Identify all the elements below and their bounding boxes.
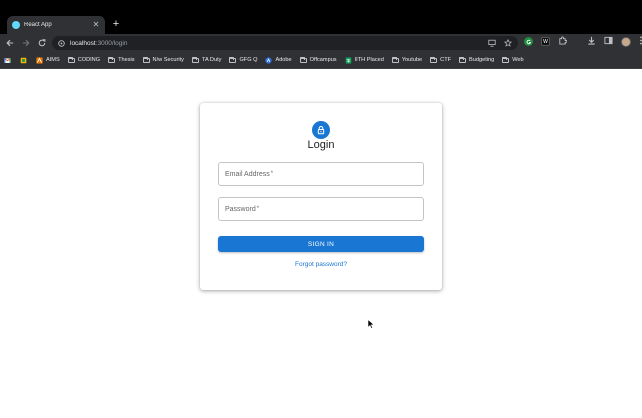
address-bar[interactable]: localhost:3000/login [52,36,518,50]
new-tab-button[interactable]: + [110,17,122,31]
adobe-icon [265,56,273,64]
bookmark-folder-ta-duty[interactable]: TA Duty [191,56,221,63]
bookmark-folder-gfg-q[interactable]: GFG Q [229,56,257,63]
url-text: localhost:3000/login [70,40,127,47]
email-label: Email Address* [225,170,274,178]
browser-tab[interactable]: React App ✕ [7,16,105,34]
site-info-icon[interactable] [58,39,65,47]
folder-icon [229,56,237,63]
mouse-cursor-icon [367,319,375,329]
sign-in-button[interactable]: SIGN IN [218,236,424,252]
folder-icon [67,56,75,63]
browser-toolbar: localhost:3000/login W [0,34,642,52]
page-title: Login [307,139,335,151]
profile-avatar[interactable] [621,36,631,47]
bookmark-folder-offcampus[interactable]: Offcampus [299,56,337,63]
bookmark-folder-coding[interactable]: CODING [67,56,100,63]
install-app-icon[interactable] [488,39,496,50]
forward-arrow-icon[interactable] [19,36,33,50]
bookmark-folder-thesis[interactable]: Thesis [108,56,135,63]
folder-icon [391,56,399,63]
bookmark-folder-nw-security[interactable]: N/w Security [142,56,184,63]
side-panel-icon[interactable] [604,36,613,47]
folder-icon [459,56,467,63]
aims-site-icon [36,56,43,64]
bookmark-gmail[interactable] [4,57,14,64]
folder-icon [430,56,438,63]
bookmarks-bar: AIMS CODING Thesis N/w Security TA Duty … [0,52,642,69]
reload-icon[interactable] [35,36,49,50]
bookmark-drive[interactable] [20,57,30,64]
bookmark-folder-budgeting[interactable]: Budgeting [459,56,494,63]
bookmark-aims[interactable]: AIMS [36,56,60,64]
bookmark-iith-placed[interactable]: IITH Placed [345,56,384,64]
extensions-puzzle-icon[interactable] [558,36,568,47]
back-arrow-icon[interactable] [3,36,17,50]
folder-icon [108,56,116,63]
drive-icon [20,57,27,63]
tab-strip: React App ✕ + [0,0,642,34]
folder-icon [299,56,307,63]
tab-title: React App [24,22,52,28]
folder-icon [191,56,199,63]
forgot-password-link[interactable]: Forgot password? [200,261,442,268]
url-path: :3000/login [95,39,128,47]
gmail-icon [4,57,11,63]
email-field[interactable]: Email Address* [218,162,424,186]
folder-icon [142,56,150,63]
grammarly-extension-icon[interactable] [524,37,533,46]
lock-avatar [312,121,330,139]
bookmark-adobe[interactable]: Adobe [265,56,292,64]
password-label: Password* [225,205,260,213]
extension-w-icon[interactable]: W [541,37,550,46]
bookmark-folder-web[interactable]: Web [502,56,524,63]
react-favicon-icon [12,21,20,29]
url-host: localhost [70,39,96,47]
bookmark-folder-ctf[interactable]: CTF [430,56,451,63]
sheets-icon [345,56,351,64]
tab-close-icon[interactable]: ✕ [92,21,100,29]
bookmark-star-icon[interactable] [503,38,513,50]
folder-icon [502,56,510,63]
page-viewport: Login Email Address* Password* SIGN IN F… [0,69,642,418]
download-icon[interactable] [587,36,596,47]
login-card: Login Email Address* Password* SIGN IN F… [200,103,442,290]
password-field[interactable]: Password* [218,197,424,221]
bookmark-folder-youtube[interactable]: Youtube [391,56,422,63]
lock-icon [317,126,325,135]
